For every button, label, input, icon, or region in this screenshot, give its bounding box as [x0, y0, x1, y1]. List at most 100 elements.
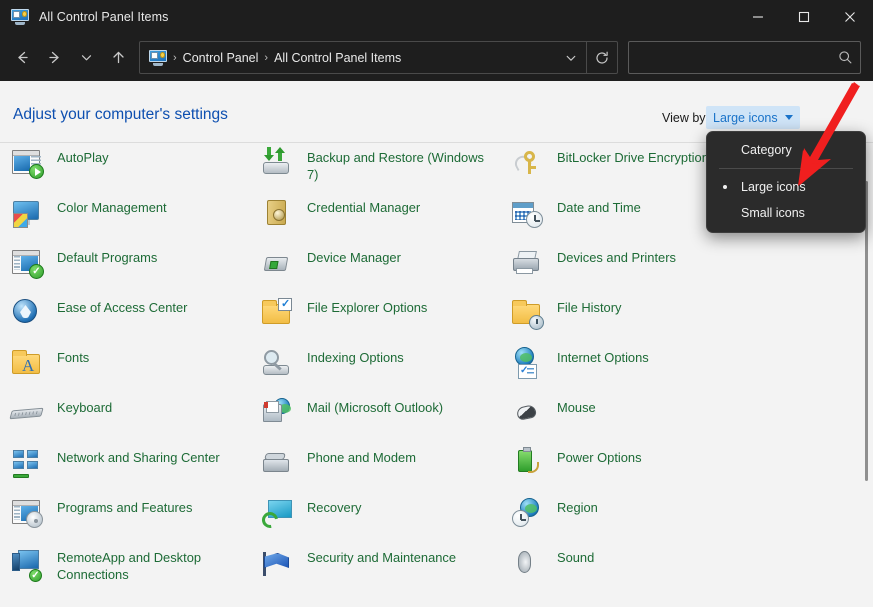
item-label: Recovery	[307, 500, 362, 515]
device-manager-icon	[260, 246, 294, 280]
item-mail-microsoft-outlook[interactable]: Mail (Microsoft Outlook)	[260, 393, 510, 443]
menu-item-large-icons[interactable]: Large icons	[707, 174, 865, 200]
item-label: BitLocker Drive Encryption	[557, 150, 709, 165]
view-by-value: Large icons	[713, 110, 778, 125]
address-control-panel-icon	[149, 49, 167, 66]
item-devices-and-printers[interactable]: Devices and Printers	[510, 243, 760, 293]
item-autoplay[interactable]: AutoPlay	[10, 143, 260, 193]
close-button[interactable]	[827, 0, 873, 33]
item-label: Default Programs	[57, 250, 158, 265]
breadcrumb-control-panel[interactable]: Control Panel	[183, 51, 259, 65]
menu-item-label: Large icons	[741, 180, 806, 194]
item-label: AutoPlay	[57, 150, 109, 165]
item-label: Credential Manager	[307, 200, 421, 215]
refresh-icon[interactable]	[587, 42, 617, 73]
power-options-icon	[510, 446, 544, 480]
item-network-and-sharing-center[interactable]: Network and Sharing Center	[10, 443, 260, 493]
item-default-programs[interactable]: ✓ Default Programs	[10, 243, 260, 293]
item-device-manager[interactable]: Device Manager	[260, 243, 510, 293]
forward-icon[interactable]	[38, 41, 70, 73]
view-by-button[interactable]: Large icons	[706, 106, 800, 129]
item-label: Network and Sharing Center	[57, 450, 220, 465]
item-label: Fonts	[57, 350, 90, 365]
item-label: RemoteApp and Desktop Connections	[57, 550, 202, 582]
control-panel-window: All Control Panel Items › Control Panel …	[0, 0, 873, 607]
chevron-down-icon	[784, 115, 793, 120]
item-label: Mouse	[557, 400, 596, 415]
search-box[interactable]	[628, 41, 861, 74]
autoplay-icon	[10, 146, 44, 180]
recovery-icon	[258, 496, 294, 532]
remoteapp-icon: ✓	[10, 546, 44, 582]
item-sound[interactable]: Sound	[510, 543, 760, 593]
item-remoteapp-and-desktop-connections[interactable]: ✓ RemoteApp and Desktop Connections	[10, 543, 260, 593]
item-label: Programs and Features	[57, 500, 193, 515]
item-label: Device Manager	[307, 250, 401, 265]
default-programs-icon: ✓	[10, 246, 44, 280]
sound-icon	[510, 546, 544, 580]
ease-of-access-icon	[10, 296, 44, 330]
item-fonts[interactable]: A Fonts	[10, 343, 260, 393]
mouse-icon	[510, 396, 544, 430]
page-title: Adjust your computer's settings	[13, 106, 228, 123]
item-keyboard[interactable]: Keyboard	[9, 393, 260, 443]
minimize-button[interactable]	[735, 0, 781, 33]
item-label: Power Options	[557, 450, 642, 465]
item-mouse[interactable]: Mouse	[510, 393, 760, 443]
menu-separator	[719, 168, 853, 169]
item-file-history[interactable]: File History	[510, 293, 760, 343]
item-security-and-maintenance[interactable]: Security and Maintenance	[260, 543, 510, 593]
item-label: Mail (Microsoft Outlook)	[307, 400, 444, 415]
item-color-management[interactable]: Color Management	[10, 193, 260, 243]
item-ease-of-access-center[interactable]: Ease of Access Center	[10, 293, 260, 343]
keyboard-icon	[9, 396, 44, 430]
item-region[interactable]: Region	[510, 493, 760, 543]
bitlocker-icon	[510, 146, 544, 180]
menu-item-label: Category	[741, 143, 792, 157]
item-file-explorer-options[interactable]: File Explorer Options	[260, 293, 510, 343]
view-by-menu: Category Large icons Small icons	[706, 131, 866, 233]
network-sharing-icon	[10, 446, 44, 480]
item-label: Date and Time	[557, 200, 641, 215]
item-label: Sound	[557, 550, 595, 565]
item-label: Phone and Modem	[307, 450, 416, 465]
file-explorer-options-icon	[260, 296, 294, 330]
item-power-options[interactable]: Power Options	[510, 443, 760, 493]
item-credential-manager[interactable]: Credential Manager	[260, 193, 510, 243]
item-phone-and-modem[interactable]: Phone and Modem	[260, 443, 510, 493]
breadcrumb-all-control-panel-items[interactable]: All Control Panel Items	[274, 51, 401, 65]
back-icon[interactable]	[6, 41, 38, 73]
up-icon[interactable]	[102, 41, 134, 73]
window-title: All Control Panel Items	[39, 9, 169, 24]
security-maintenance-icon	[260, 546, 294, 580]
item-internet-options[interactable]: Internet Options	[510, 343, 760, 393]
search-icon[interactable]	[830, 50, 860, 65]
item-recovery[interactable]: Recovery	[258, 493, 510, 543]
item-label: Internet Options	[557, 350, 649, 365]
item-indexing-options[interactable]: Indexing Options	[260, 343, 510, 393]
backup-restore-icon	[260, 146, 294, 180]
address-dropdown-chevron-down-icon[interactable]	[556, 42, 586, 73]
mail-icon	[260, 396, 294, 430]
menu-item-small-icons[interactable]: Small icons	[707, 200, 865, 226]
recent-locations-chevron-down-icon[interactable]	[70, 41, 102, 73]
devices-printers-icon	[510, 246, 544, 280]
credential-manager-icon	[260, 196, 294, 230]
date-time-icon	[510, 196, 544, 230]
breadcrumb-separator-2: ›	[264, 51, 269, 64]
menu-item-category[interactable]: Category	[707, 137, 865, 163]
item-label: Color Management	[57, 200, 167, 215]
search-input[interactable]	[629, 50, 830, 65]
item-label: Keyboard	[57, 400, 113, 415]
selected-bullet-icon	[723, 185, 727, 189]
internet-options-icon	[510, 346, 544, 380]
item-backup-and-restore[interactable]: Backup and Restore (Windows 7)	[260, 143, 510, 193]
item-label: Region	[557, 500, 598, 515]
maximize-button[interactable]	[781, 0, 827, 33]
breadcrumb-separator-1: ›	[173, 51, 177, 64]
item-programs-and-features[interactable]: Programs and Features	[10, 493, 260, 543]
region-icon	[510, 496, 544, 530]
view-by-label: View by:	[661, 111, 709, 125]
item-label: File History	[557, 300, 622, 315]
address-bar[interactable]: › Control Panel › All Control Panel Item…	[139, 41, 618, 74]
